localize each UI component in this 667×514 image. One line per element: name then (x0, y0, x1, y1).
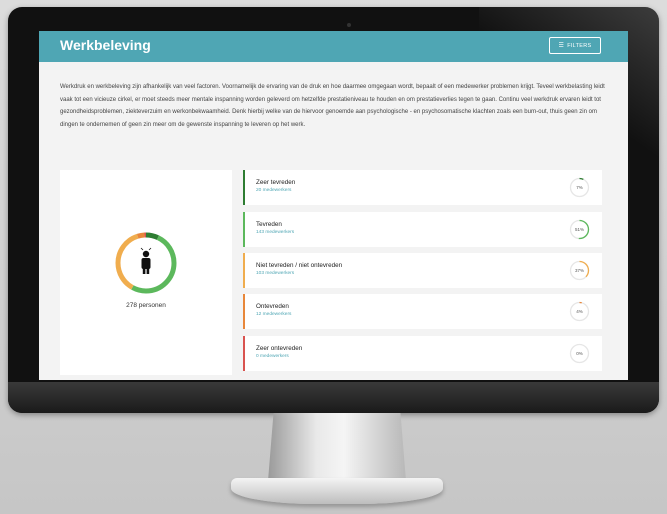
percent-value: 4% (576, 309, 583, 314)
employee-count: 143 medewerkers (256, 230, 295, 235)
monitor-stand-neck (268, 413, 406, 481)
percent-value: 7% (576, 185, 583, 190)
satisfaction-donut-chart (115, 232, 177, 294)
filter-lines-icon: ☰ (558, 42, 565, 49)
monitor-chin (8, 382, 659, 413)
satisfaction-row[interactable]: Zeer tevreden 20 medewerkers 7% (243, 170, 602, 205)
employee-count: 12 medewerkers (256, 312, 292, 317)
satisfaction-row[interactable]: Zeer ontevreden 0 medewerkers 0% (243, 336, 602, 371)
satisfaction-label: Tevreden (256, 221, 282, 228)
employee-count: 20 medewerkers (256, 188, 292, 193)
satisfaction-row[interactable]: Niet tevreden / niet ontevreden 103 medew… (243, 253, 602, 288)
filters-button-label: FILTERS (567, 42, 592, 49)
total-persons: 278 personen (126, 302, 166, 309)
satisfaction-label: Zeer ontevreden (256, 345, 303, 352)
monitor-stand-base (231, 478, 443, 504)
satisfaction-label: Ontevreden (256, 303, 289, 310)
intro-text: Werkdruk en werkbeleving zijn afhankelij… (60, 84, 605, 128)
percent-value: 37% (574, 268, 584, 273)
filters-button[interactable]: ☰ FILTERS (549, 37, 601, 54)
satisfaction-label: Zeer tevreden (256, 179, 296, 186)
person-icon (140, 247, 152, 274)
screen: Werkbeleving ☰ FILTERS Werkdruk en werkb… (39, 31, 628, 380)
satisfaction-row[interactable]: Ontevreden 12 medewerkers 4% (243, 294, 602, 329)
employee-count: 0 medewerkers (256, 354, 289, 359)
satisfaction-row[interactable]: Tevreden 143 medewerkers 51% (243, 212, 602, 247)
page-header: Werkbeleving ☰ FILTERS (39, 31, 628, 62)
summary-card: 278 personen (60, 170, 232, 375)
percent-value: 0% (576, 351, 583, 356)
satisfaction-label: Niet tevreden / niet ontevreden (256, 262, 343, 269)
page-title: Werkbeleving (60, 37, 151, 53)
employee-count: 103 medewerkers (256, 271, 295, 276)
percent-value: 51% (574, 227, 584, 232)
camera-dot (347, 23, 351, 27)
